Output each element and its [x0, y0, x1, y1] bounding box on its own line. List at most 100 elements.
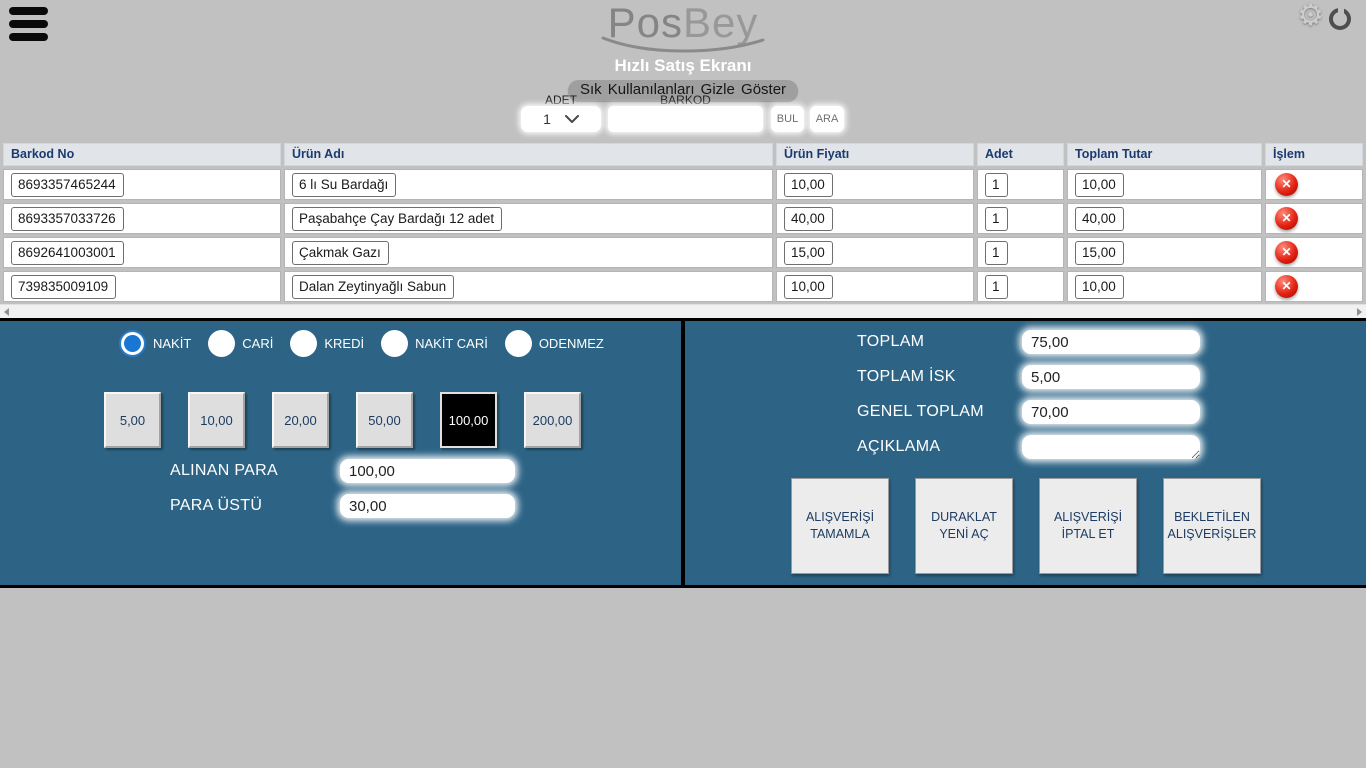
- ara-button[interactable]: ARA: [810, 106, 844, 132]
- col-islem: İşlem: [1265, 143, 1363, 166]
- scroll-left-arrow-icon[interactable]: [4, 308, 9, 316]
- barkod-label: BARKOD: [608, 93, 763, 107]
- toplam-isk-input[interactable]: [1022, 365, 1200, 389]
- radio-dot: [124, 335, 141, 352]
- toplam-input[interactable]: [1022, 330, 1200, 354]
- logo-text-bey: Bey: [683, 0, 758, 46]
- denom-button-50[interactable]: 50,00: [356, 392, 413, 448]
- toplam-isk-row: TOPLAM İSK: [857, 365, 1200, 389]
- fiyat-cell-input[interactable]: 10,00: [784, 275, 833, 299]
- urun-adi-cell-input[interactable]: Dalan Zeytinyağlı Sabun: [292, 275, 454, 299]
- denomination-buttons: 5,00 10,00 20,00 50,00 100,00 200,00: [104, 392, 581, 448]
- table-horizontal-scrollbar[interactable]: [0, 304, 1366, 318]
- para-ustu-input[interactable]: [340, 494, 515, 518]
- payment-panel-right: TOPLAM TOPLAM İSK GENEL TOPLAM AÇIKLAMA …: [685, 321, 1366, 585]
- button-line: İPTAL ET: [1062, 526, 1115, 543]
- denom-button-10[interactable]: 10,00: [188, 392, 245, 448]
- quantity-select[interactable]: 1: [521, 106, 601, 132]
- radio-selected-icon[interactable]: [119, 330, 146, 357]
- radio-icon[interactable]: [208, 330, 235, 357]
- col-urun-adi: Ürün Adı: [284, 143, 773, 166]
- barkod-cell-input[interactable]: 739835009109: [11, 275, 116, 299]
- header: PosBey Hızlı Satış Ekranı Sık Kullanılan…: [0, 0, 1366, 101]
- table-header-row: Barkod No Ürün Adı Ürün Fiyatı Adet Topl…: [3, 143, 1363, 166]
- table-row: 8692641003001 Çakmak Gazı 15,00 1 15,00 …: [3, 237, 1363, 268]
- barkod-cell-input[interactable]: 8693357033726: [11, 207, 124, 231]
- payment-option-cari[interactable]: CARİ: [208, 330, 273, 357]
- alinan-para-row: ALINAN PARA: [170, 459, 515, 483]
- fiyat-cell-input[interactable]: 15,00: [784, 241, 833, 265]
- col-adet: Adet: [977, 143, 1064, 166]
- barcode-input[interactable]: [608, 106, 763, 132]
- adet-cell-input[interactable]: 1: [985, 241, 1008, 265]
- toplam-isk-label: TOPLAM İSK: [857, 365, 1022, 386]
- fiyat-cell-input[interactable]: 10,00: [784, 173, 833, 197]
- urun-adi-cell-input[interactable]: Paşabahçe Çay Bardağı 12 adet: [292, 207, 502, 231]
- button-line: TAMAMLA: [810, 526, 870, 543]
- radio-icon[interactable]: [505, 330, 532, 357]
- alinan-para-label: ALINAN PARA: [170, 462, 340, 480]
- posbey-logo: PosBey: [597, 2, 769, 54]
- payment-option-nakit-cari[interactable]: NAKİT CARİ: [381, 330, 488, 357]
- quantity-select-value: 1: [543, 111, 551, 127]
- genel-toplam-label: GENEL TOPLAM: [857, 400, 1022, 421]
- adet-cell-input[interactable]: 1: [985, 207, 1008, 231]
- alisverisi-iptal-et-button[interactable]: ALIŞVERİŞİ İPTAL ET: [1039, 478, 1137, 574]
- chevron-down-icon: [565, 115, 579, 124]
- page-title: Hızlı Satış Ekranı: [0, 56, 1366, 76]
- scroll-right-arrow-icon[interactable]: [1357, 308, 1362, 316]
- table-row: 8693357465244 6 lı Su Bardağı 10,00 1 10…: [3, 169, 1363, 200]
- alinan-para-input[interactable]: [340, 459, 515, 483]
- payment-panel-left: NAKİT CARİ KREDİ NAKİT CARİ ODENMEZ 5,00…: [0, 321, 681, 585]
- payment-option-kredi[interactable]: KREDİ: [290, 330, 364, 357]
- payment-option-label: CARİ: [242, 336, 273, 351]
- aciklama-label: AÇIKLAMA: [857, 435, 1022, 456]
- payment-option-label: ODENMEZ: [539, 336, 604, 351]
- col-toplam-tutar: Toplam Tutar: [1067, 143, 1262, 166]
- denom-button-20[interactable]: 20,00: [272, 392, 329, 448]
- payment-option-label: NAKİT CARİ: [415, 336, 488, 351]
- fiyat-cell-input[interactable]: 40,00: [784, 207, 833, 231]
- genel-toplam-input[interactable]: [1022, 400, 1200, 424]
- toplam-cell-input[interactable]: 10,00: [1075, 173, 1124, 197]
- button-line: ALIŞVERİŞLER: [1168, 526, 1257, 543]
- delete-row-icon[interactable]: ✕: [1275, 207, 1298, 230]
- radio-icon[interactable]: [381, 330, 408, 357]
- urun-adi-cell-input[interactable]: Çakmak Gazı: [292, 241, 389, 265]
- logo-text-pos: Pos: [608, 0, 683, 46]
- toplam-row: TOPLAM: [857, 330, 1200, 354]
- adet-cell-input[interactable]: 1: [985, 173, 1008, 197]
- duraklat-yeni-ac-button[interactable]: DURAKLAT YENİ AÇ: [915, 478, 1013, 574]
- delete-row-icon[interactable]: ✕: [1275, 173, 1298, 196]
- denom-button-100-selected[interactable]: 100,00: [440, 392, 497, 448]
- payment-option-odenmez[interactable]: ODENMEZ: [505, 330, 604, 357]
- adet-cell-input[interactable]: 1: [985, 275, 1008, 299]
- radio-icon[interactable]: [290, 330, 317, 357]
- toplam-cell-input[interactable]: 15,00: [1075, 241, 1124, 265]
- alisverisi-tamamla-button[interactable]: ALIŞVERİŞİ TAMAMLA: [791, 478, 889, 574]
- payment-option-nakit[interactable]: NAKİT: [119, 330, 191, 357]
- para-ustu-label: PARA ÜSTÜ: [170, 497, 340, 515]
- bekletilen-alisverisler-button[interactable]: BEKLETİLEN ALIŞVERİŞLER: [1163, 478, 1261, 574]
- delete-row-icon[interactable]: ✕: [1275, 241, 1298, 264]
- button-line: ALIŞVERİŞİ: [806, 509, 874, 526]
- barkod-cell-input[interactable]: 8693357465244: [11, 173, 124, 197]
- aciklama-row: AÇIKLAMA: [857, 435, 1200, 459]
- sales-table: Barkod No Ürün Adı Ürün Fiyatı Adet Topl…: [0, 140, 1366, 305]
- button-line: BEKLETİLEN: [1174, 509, 1250, 526]
- table-row: 739835009109 Dalan Zeytinyağlı Sabun 10,…: [3, 271, 1363, 302]
- toplam-cell-input[interactable]: 40,00: [1075, 207, 1124, 231]
- denom-button-5[interactable]: 5,00: [104, 392, 161, 448]
- barkod-cell-input[interactable]: 8692641003001: [11, 241, 124, 265]
- delete-row-icon[interactable]: ✕: [1275, 275, 1298, 298]
- aciklama-textarea[interactable]: [1022, 435, 1200, 459]
- toplam-cell-input[interactable]: 10,00: [1075, 275, 1124, 299]
- button-line: DURAKLAT: [931, 509, 997, 526]
- bul-button[interactable]: BUL: [771, 106, 804, 132]
- payment-panel: NAKİT CARİ KREDİ NAKİT CARİ ODENMEZ 5,00…: [0, 318, 1366, 588]
- para-ustu-row: PARA ÜSTÜ: [170, 494, 515, 518]
- denom-button-200[interactable]: 200,00: [524, 392, 581, 448]
- urun-adi-cell-input[interactable]: 6 lı Su Bardağı: [292, 173, 396, 197]
- button-line: ALIŞVERİŞİ: [1054, 509, 1122, 526]
- button-line: YENİ AÇ: [939, 526, 988, 543]
